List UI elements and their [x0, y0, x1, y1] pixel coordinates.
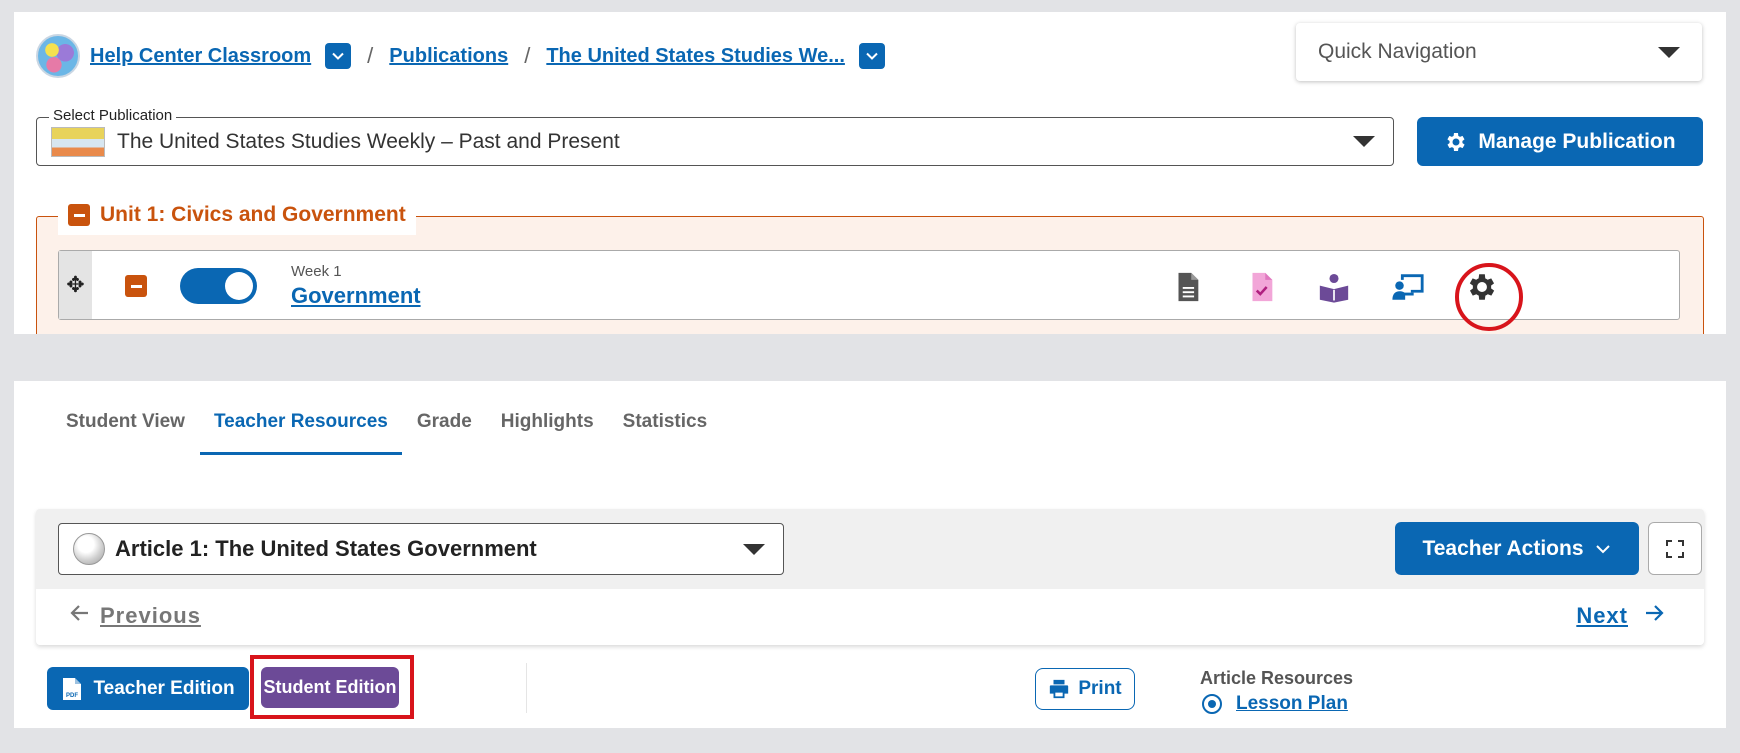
classroom-globe-icon — [36, 34, 80, 78]
tab-teacher-resources[interactable]: Teacher Resources — [199, 411, 402, 455]
select-publication-field[interactable]: Select Publication The United States Stu… — [36, 107, 1394, 166]
caret-down-icon — [743, 543, 765, 555]
divider — [526, 663, 527, 713]
next-label: Next — [1576, 603, 1628, 628]
publication-panel: Help Center Classroom / Publications / T… — [14, 12, 1726, 334]
fullscreen-button[interactable] — [1648, 522, 1702, 575]
printer-icon — [1050, 679, 1069, 699]
student-edition-label: Student Edition — [263, 677, 397, 697]
week-visibility-toggle[interactable] — [180, 268, 257, 304]
student-reading-highlight-circle — [1455, 263, 1523, 331]
chevron-down-icon — [866, 52, 878, 60]
tab-highlights[interactable]: Highlights — [487, 411, 608, 455]
arrow-right-icon — [1642, 601, 1666, 631]
week-label: Week 1 — [291, 263, 342, 280]
week-row: ✥ Week 1 Government — [58, 250, 1680, 320]
unit-title: Unit 1: Civics and Government — [100, 203, 406, 226]
article-select-value: Article 1: The United States Government — [115, 536, 537, 561]
radio-selected-icon — [1202, 694, 1222, 714]
teacher-actions-button[interactable]: Teacher Actions — [1395, 522, 1639, 575]
breadcrumb-separator: / — [524, 43, 531, 68]
chevron-down-icon — [332, 52, 344, 60]
document-icon[interactable] — [1167, 267, 1207, 307]
student-reading-icon[interactable] — [1314, 267, 1354, 307]
article-toolbar: Article 1: The United States Government … — [36, 509, 1704, 645]
manage-publication-label: Manage Publication — [1478, 129, 1676, 153]
previous-link[interactable]: Previous — [60, 601, 201, 631]
resource-tabs: Student View Teacher Resources Grade Hig… — [52, 411, 722, 455]
assignment-check-icon[interactable] — [1241, 267, 1281, 307]
teacher-present-icon[interactable] — [1388, 267, 1428, 307]
quick-navigation-select[interactable]: Quick Navigation — [1296, 23, 1702, 81]
collapse-unit-button[interactable] — [68, 204, 90, 226]
article-panel-view: Student View Teacher Resources Grade Hig… — [14, 381, 1726, 728]
breadcrumb: Help Center Classroom / Publications / T… — [36, 34, 885, 78]
publication-dropdown-button[interactable] — [858, 43, 885, 69]
classroom-dropdown-button[interactable] — [325, 43, 352, 69]
manage-publication-button[interactable]: Manage Publication — [1417, 117, 1703, 166]
teacher-edition-button[interactable]: PDF Teacher Edition — [47, 667, 249, 710]
print-label: Print — [1078, 678, 1122, 699]
select-publication-value: The United States Studies Weekly – Past … — [117, 129, 620, 153]
breadcrumb-publications-link[interactable]: Publications — [389, 45, 508, 68]
pdf-icon: PDF — [63, 677, 82, 700]
article-select[interactable]: Article 1: The United States Government — [58, 523, 784, 575]
collapse-week-button[interactable] — [125, 275, 147, 297]
svg-text:PDF: PDF — [66, 693, 78, 699]
breadcrumb-classroom-link[interactable]: Help Center Classroom — [90, 45, 311, 68]
article-navigation: Previous Next — [36, 589, 1704, 645]
next-link[interactable]: Next — [1576, 601, 1680, 631]
breadcrumb-separator: / — [367, 43, 374, 68]
tab-student-view[interactable]: Student View — [52, 411, 199, 455]
breadcrumb-publication-link[interactable]: The United States Studies We... — [546, 45, 845, 68]
caret-down-icon — [1353, 136, 1375, 147]
chevron-down-icon — [1595, 544, 1610, 553]
teacher-actions-label: Teacher Actions — [1422, 536, 1584, 560]
student-edition-button[interactable]: Student Edition — [261, 667, 399, 708]
quick-navigation-label: Quick Navigation — [1318, 40, 1477, 63]
article-thumbnail — [73, 533, 105, 565]
drag-handle-icon[interactable]: ✥ — [59, 251, 92, 319]
week-title-link[interactable]: Government — [291, 283, 421, 309]
previous-label: Previous — [100, 603, 201, 628]
tab-statistics[interactable]: Statistics — [609, 411, 721, 455]
unit-header: Unit 1: Civics and Government — [58, 195, 416, 235]
caret-down-icon — [1658, 46, 1680, 58]
article-resource-item[interactable]: Lesson Plan — [1202, 693, 1348, 715]
article-resources-title: Article Resources — [1200, 668, 1354, 688]
tab-grade[interactable]: Grade — [403, 411, 486, 455]
fullscreen-icon — [1666, 539, 1684, 558]
teacher-edition-label: Teacher Edition — [93, 677, 235, 699]
gear-icon — [1447, 132, 1465, 151]
print-button[interactable]: Print — [1035, 668, 1135, 710]
select-publication-legend: Select Publication — [49, 107, 177, 124]
lesson-plan-link[interactable]: Lesson Plan — [1236, 693, 1348, 715]
publication-thumbnail — [51, 126, 105, 157]
arrow-left-icon — [68, 601, 92, 631]
